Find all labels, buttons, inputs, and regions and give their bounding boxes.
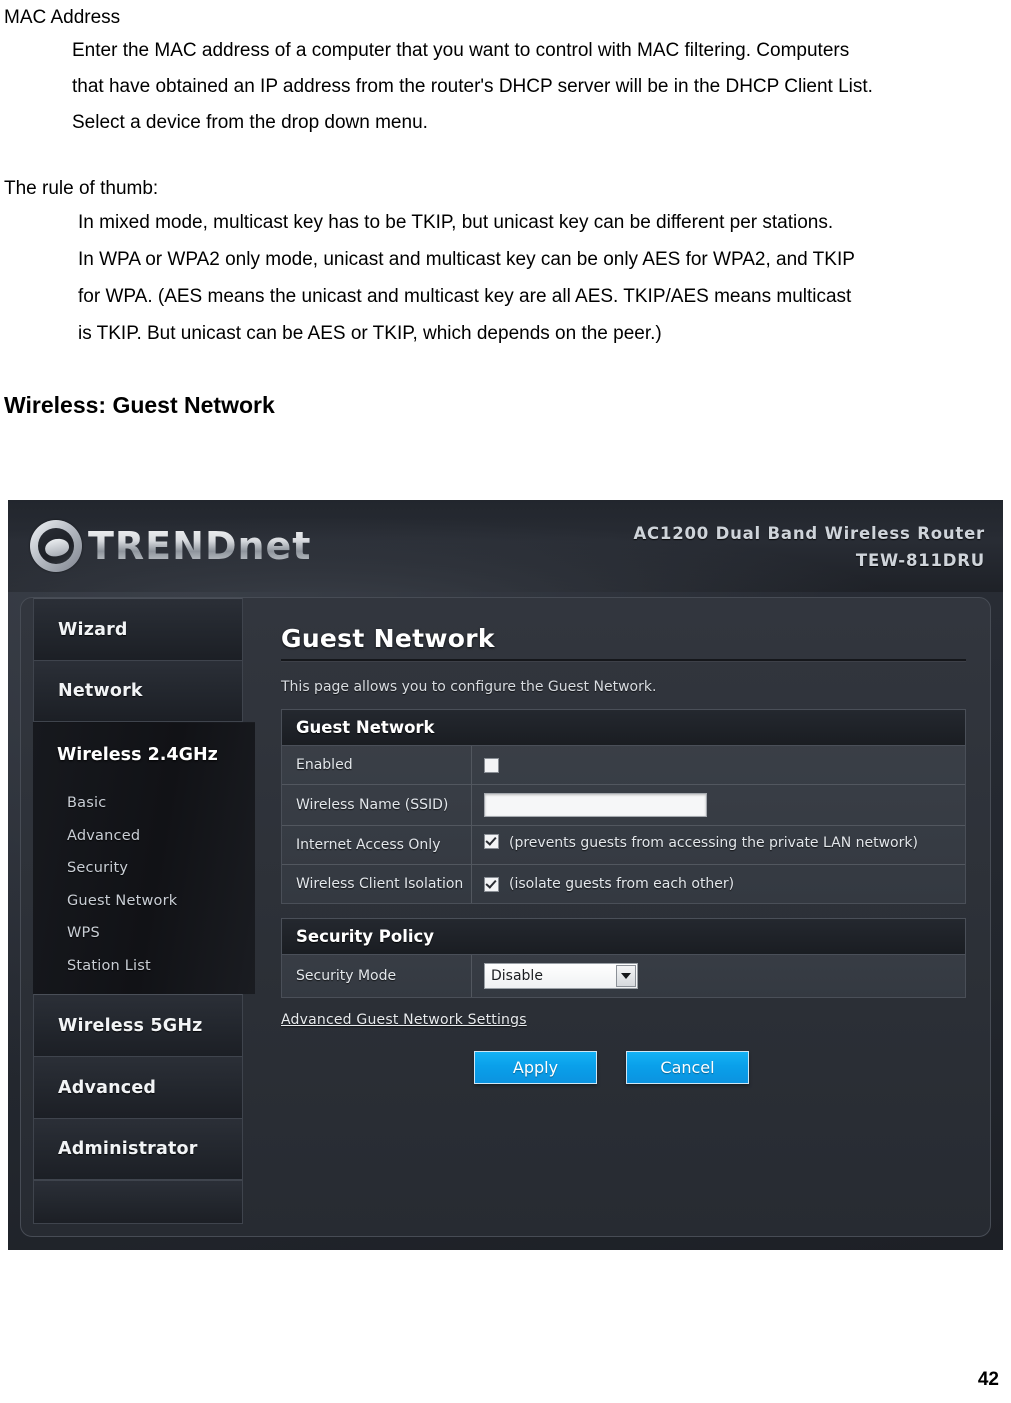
row-wireless-name-label: Wireless Name (SSID) xyxy=(282,785,472,825)
trendnet-logo: TRENDnet xyxy=(30,520,311,572)
row-wireless-client-isolation-field: (isolate guests from each other) xyxy=(472,865,965,903)
trendnet-logo-text: TRENDnet xyxy=(88,520,311,572)
wireless-client-isolation-hint: (isolate guests from each other) xyxy=(509,875,735,892)
apply-button[interactable]: Apply xyxy=(474,1051,597,1084)
sidebar-item-wizard-label: Wizard xyxy=(58,619,128,640)
router-model-line-1: AC1200 Dual Band Wireless Router xyxy=(633,524,985,543)
sidebar-item-wireless-5ghz-label: Wireless 5GHz xyxy=(58,1015,203,1036)
security-mode-selected-value: Disable xyxy=(491,967,543,984)
sidebar-item-empty xyxy=(33,1180,243,1224)
row-wireless-client-isolation: Wireless Client Isolation (isolate guest… xyxy=(282,865,965,903)
guest-network-panel: Guest Network Enabled Wireless Name (SSI… xyxy=(281,709,966,904)
rule-of-thumb-line-1: In mixed mode, multicast key has to be T… xyxy=(78,212,834,233)
manual-text-block: MAC Address Enter the MAC address of a c… xyxy=(0,0,1011,419)
mac-address-paragraph: Enter the MAC address of a computer that… xyxy=(0,33,1011,141)
internet-access-only-checkbox[interactable] xyxy=(484,834,499,849)
sidebar-item-wireless-5ghz[interactable]: Wireless 5GHz xyxy=(33,994,243,1056)
sidebar-subitem-basic[interactable]: Basic xyxy=(67,787,255,820)
enabled-checkbox[interactable] xyxy=(484,757,499,773)
page-description: This page allows you to configure the Gu… xyxy=(281,679,657,695)
rule-of-thumb-line-3: for WPA. (AES means the unicast and mult… xyxy=(78,286,852,307)
sidebar-item-network-label: Network xyxy=(58,681,143,701)
sidebar-item-administrator[interactable]: Administrator xyxy=(33,1118,243,1180)
sidebar-subitem-basic-label: Basic xyxy=(67,795,107,811)
sidebar-subitem-advanced-label: Advanced xyxy=(67,827,141,844)
row-security-mode-field: Disable xyxy=(472,955,965,997)
sidebar-subitem-advanced[interactable]: Advanced xyxy=(67,820,255,853)
wireless-client-isolation-checkbox[interactable] xyxy=(484,876,499,892)
row-internet-access-only-field: (prevents guests from accessing the priv… xyxy=(472,826,965,864)
form-actions: Apply Cancel xyxy=(271,1051,972,1084)
main-content: Guest Network This page allows you to co… xyxy=(254,598,990,1236)
page-number: 42 xyxy=(977,1369,999,1390)
sidebar-item-administrator-label: Administrator xyxy=(58,1139,198,1159)
sidebar-subitem-wps-label: WPS xyxy=(67,925,100,941)
mac-address-paragraph-line-1: Enter the MAC address of a computer that… xyxy=(72,40,850,61)
router-header: TRENDnet AC1200 Dual Band Wireless Route… xyxy=(8,500,1003,592)
sidebar-item-advanced-label: Advanced xyxy=(58,1077,157,1098)
row-wireless-client-isolation-label: Wireless Client Isolation xyxy=(282,865,472,903)
advanced-guest-network-settings-link[interactable]: Advanced Guest Network Settings xyxy=(281,1012,527,1028)
security-policy-panel-heading: Security Policy xyxy=(282,919,965,955)
internet-access-only-hint: (prevents guests from accessing the priv… xyxy=(509,835,918,851)
sidebar-item-wireless-24ghz-label: Wireless 2.4GHz xyxy=(57,745,218,765)
sidebar-item-network[interactable]: Network xyxy=(33,660,243,722)
sidebar-subitem-security[interactable]: Security xyxy=(67,852,255,885)
sidebar-subitem-wps[interactable]: WPS xyxy=(67,917,255,950)
router-model-line-2: TEW-811DRU xyxy=(855,551,985,570)
guest-network-panel-heading: Guest Network xyxy=(282,710,965,746)
sidebar-item-advanced[interactable]: Advanced xyxy=(33,1056,243,1118)
router-admin-screenshot: TRENDnet AC1200 Dual Band Wireless Route… xyxy=(8,500,1003,1250)
sidebar-item-wizard[interactable]: Wizard xyxy=(33,598,243,660)
row-security-mode: Security Mode Disable xyxy=(282,955,965,997)
sidebar-subitem-guest-network-label: Guest Network xyxy=(67,892,178,909)
trendnet-logo-icon xyxy=(30,520,82,572)
row-enabled: Enabled xyxy=(282,746,965,785)
rule-of-thumb-heading: The rule of thumb: xyxy=(4,178,159,199)
rule-of-thumb-line-2: In WPA or WPA2 only mode, unicast and mu… xyxy=(78,249,855,270)
row-wireless-name-field xyxy=(472,785,965,825)
section-title: Wireless: Guest Network xyxy=(4,392,275,418)
sidebar-subitem-station-list[interactable]: Station List xyxy=(67,950,255,983)
router-console-frame: Wizard Network Wireless 2.4GHz Basic Adv… xyxy=(20,597,991,1237)
title-divider xyxy=(281,659,966,661)
security-mode-select[interactable]: Disable xyxy=(484,963,638,989)
sidebar-group-wireless-24ghz: Wireless 2.4GHz Basic Advanced Security … xyxy=(33,722,255,994)
sidebar-nav: Wizard Network Wireless 2.4GHz Basic Adv… xyxy=(21,598,255,1236)
cancel-button[interactable]: Cancel xyxy=(626,1051,749,1084)
sidebar-subitem-guest-network[interactable]: Guest Network xyxy=(67,885,255,918)
row-enabled-field xyxy=(472,746,965,784)
ssid-input[interactable] xyxy=(484,793,707,817)
mac-address-heading: MAC Address xyxy=(4,7,121,28)
sidebar-subitem-security-label: Security xyxy=(67,860,129,876)
rule-of-thumb-line-4: is TKIP. But unicast can be AES or TKIP,… xyxy=(78,323,662,344)
mac-address-paragraph-line-2: that have obtained an IP address from th… xyxy=(72,76,873,97)
router-model-info: AC1200 Dual Band Wireless Router TEW-811… xyxy=(633,520,985,574)
row-security-mode-label: Security Mode xyxy=(282,955,472,997)
sidebar-subitem-station-list-label: Station List xyxy=(67,957,151,974)
security-policy-panel: Security Policy Security Mode Disable xyxy=(281,918,966,998)
row-wireless-name: Wireless Name (SSID) xyxy=(282,785,965,826)
rule-of-thumb-paragraph: In mixed mode, multicast key has to be T… xyxy=(0,204,1011,352)
row-enabled-label: Enabled xyxy=(282,746,472,784)
row-internet-access-only: Internet Access Only (prevents guests fr… xyxy=(282,826,965,865)
page-title: Guest Network xyxy=(281,624,495,653)
row-internet-access-only-label: Internet Access Only xyxy=(282,826,472,864)
chevron-down-icon[interactable] xyxy=(616,965,636,987)
mac-address-paragraph-line-3: Select a device from the drop down menu. xyxy=(72,112,428,133)
sidebar-submenu-wireless-24ghz: Basic Advanced Security Guest Network WP… xyxy=(33,787,255,984)
sidebar-item-wireless-24ghz[interactable]: Wireless 2.4GHz xyxy=(33,723,255,787)
